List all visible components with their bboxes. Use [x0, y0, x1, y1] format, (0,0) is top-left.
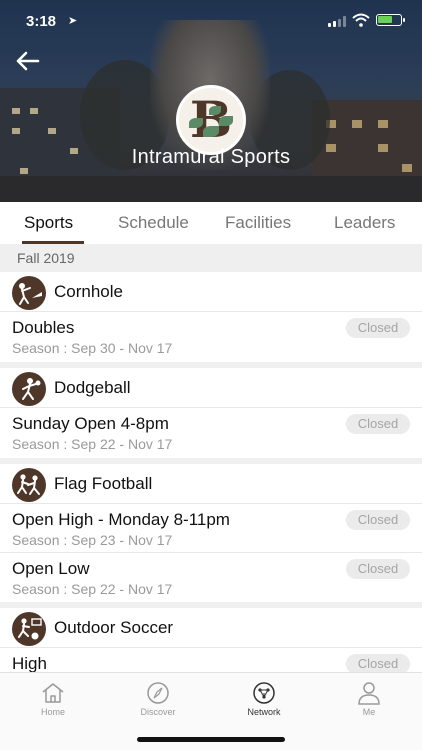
league-season: Season : Sep 22 - Nov 17	[12, 436, 173, 452]
nav-label: Me	[362, 707, 376, 717]
sport-header-outdoor-soccer: Outdoor Soccer	[0, 608, 422, 648]
league-season: Season : Sep 22 - Nov 17	[12, 581, 173, 597]
league-name: Open High - Monday 8-11pm	[12, 510, 230, 529]
location-arrow-icon: ➤	[68, 15, 78, 27]
season-header: Fall 2019	[0, 244, 422, 272]
league-row[interactable]: Open Low Season : Sep 22 - Nov 17 Closed	[0, 552, 422, 600]
network-icon	[253, 682, 275, 704]
status-badge: Closed	[346, 318, 410, 338]
sport-header-dodgeball: Dodgeball	[0, 368, 422, 408]
sport-name: Outdoor Soccer	[54, 618, 174, 637]
nav-network[interactable]: Network	[229, 681, 299, 717]
nav-home[interactable]: Home	[18, 681, 88, 717]
page-title: Intramural Sports	[131, 146, 291, 168]
person-icon	[358, 682, 380, 705]
nav-label: Discover	[140, 707, 176, 717]
cornhole-icon	[12, 276, 46, 310]
status-badge: Closed	[346, 510, 410, 530]
sport-header-cornhole: Cornhole	[0, 272, 422, 312]
nav-label: Network	[247, 707, 281, 717]
back-arrow-icon[interactable]	[14, 48, 44, 74]
dodgeball-icon	[12, 372, 46, 406]
league-season: Season : Sep 30 - Nov 17	[12, 340, 173, 356]
tab-sports[interactable]: Sports	[24, 213, 73, 233]
sport-name: Dodgeball	[54, 378, 131, 397]
season-label: Fall 2019	[17, 250, 75, 266]
status-badge: Closed	[346, 559, 410, 579]
nav-discover[interactable]: Discover	[123, 681, 193, 717]
sport-header-flag-football: Flag Football	[0, 464, 422, 504]
org-logo: B	[176, 85, 246, 155]
status-badge: Closed	[346, 414, 410, 434]
nav-me[interactable]: Me	[334, 681, 404, 717]
league-row[interactable]: Sunday Open 4-8pm Season : Sep 22 - Nov …	[0, 408, 422, 456]
home-icon	[42, 683, 64, 703]
tab-bar: Sports Schedule Facilities Leaders	[0, 202, 422, 244]
league-name: Sunday Open 4-8pm	[12, 414, 169, 433]
home-indicator	[137, 737, 285, 742]
soccer-icon	[12, 612, 46, 646]
compass-icon	[147, 682, 169, 704]
tab-facilities[interactable]: Facilities	[225, 213, 291, 233]
wifi-icon	[352, 13, 370, 27]
league-name: High	[12, 654, 47, 673]
league-name: Open Low	[12, 559, 90, 578]
logo-letter: B	[189, 90, 233, 149]
sport-name: Flag Football	[54, 474, 153, 493]
tab-leaders[interactable]: Leaders	[334, 213, 395, 233]
nav-label: Home	[40, 707, 65, 717]
league-row[interactable]: Doubles Season : Sep 30 - Nov 17 Closed	[0, 312, 422, 360]
status-time: 3:18	[26, 13, 57, 30]
status-badge: Closed	[346, 654, 410, 674]
sport-name: Cornhole	[54, 282, 123, 301]
league-name: Doubles	[12, 318, 75, 337]
cellular-signal-icon	[328, 16, 346, 27]
league-row[interactable]: Open High - Monday 8-11pm Season : Sep 2…	[0, 504, 422, 552]
battery-icon	[376, 14, 405, 26]
league-season: Season : Sep 23 - Nov 17	[12, 532, 173, 548]
tab-schedule[interactable]: Schedule	[118, 213, 189, 233]
status-bar: 3:18 ➤	[0, 0, 422, 44]
flag-football-icon	[12, 468, 46, 502]
